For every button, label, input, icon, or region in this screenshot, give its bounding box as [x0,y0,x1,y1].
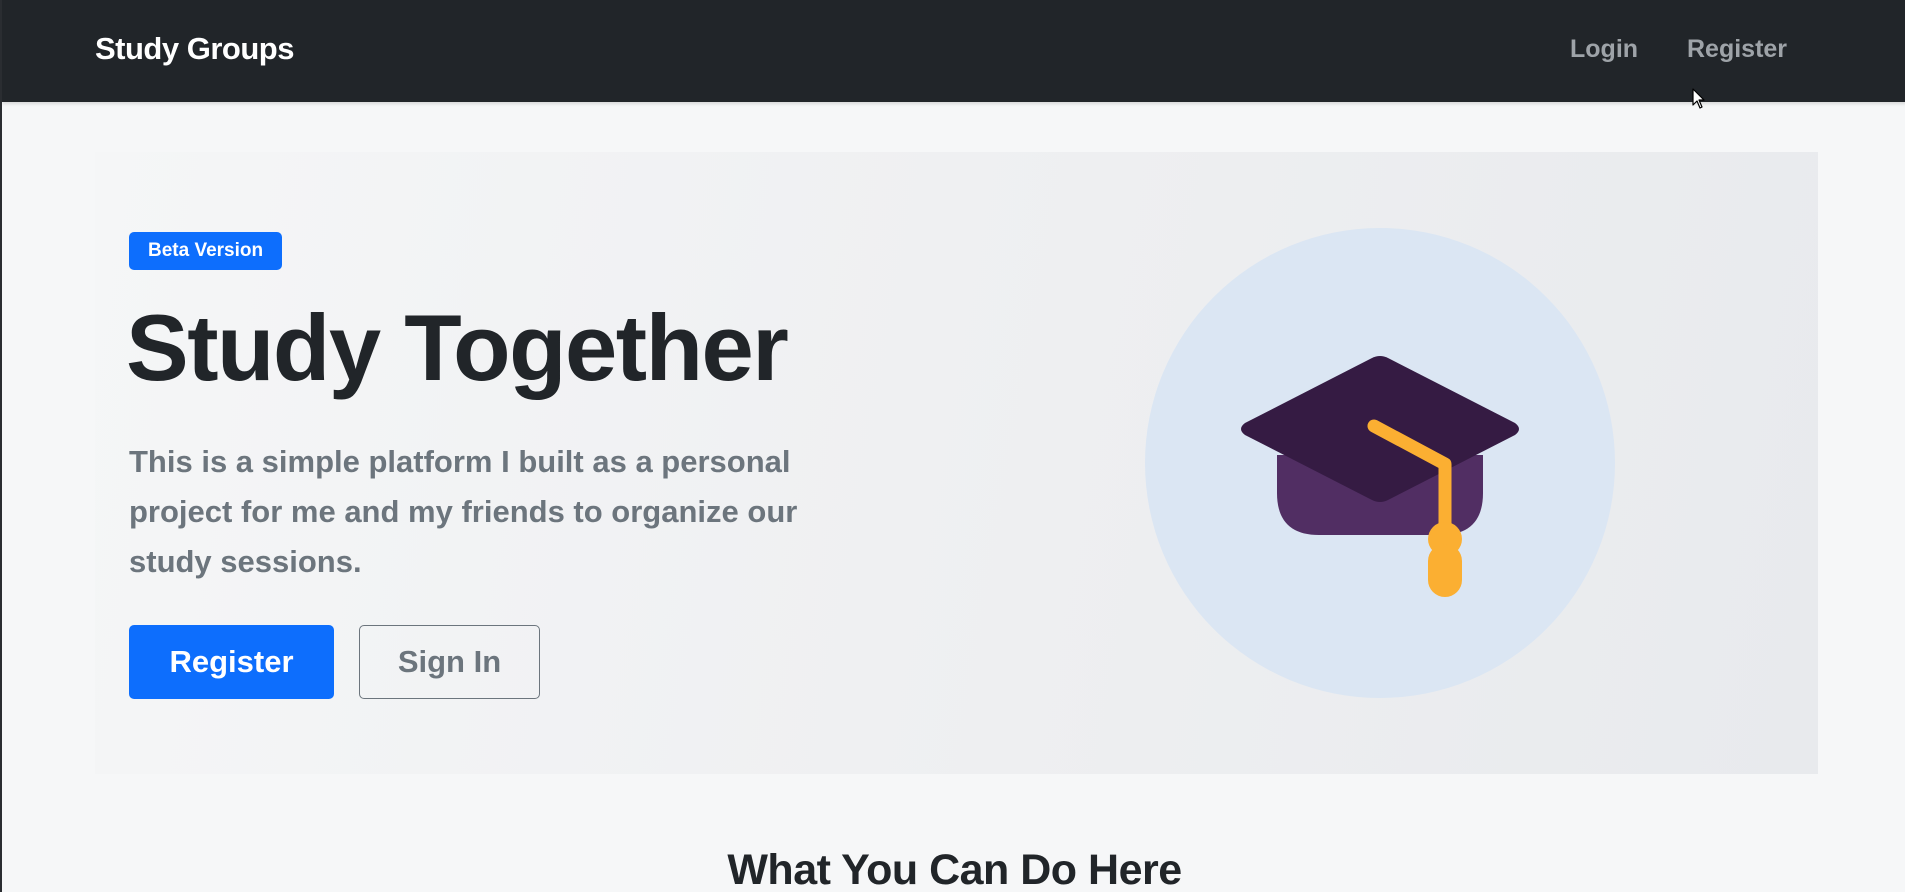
sign-in-button[interactable]: Sign In [359,625,540,699]
nav-login-link[interactable]: Login [1570,35,1638,64]
nav-register-link[interactable]: Register [1687,35,1787,64]
register-button[interactable]: Register [129,625,334,699]
mouse-cursor-icon [1692,88,1705,109]
features-section-title: What You Can Do Here [727,846,1182,892]
graduation-cap-icon [1145,228,1615,698]
beta-badge: Beta Version [129,232,283,270]
hero-description: This is a simple platform I built as a p… [129,444,798,579]
hero-title: Study Together [126,295,789,400]
brand-logo-link[interactable]: Study Groups [95,31,294,67]
page: Study Groups Login Register Beta Version… [0,0,1905,892]
top-navbar: Study Groups Login Register [2,0,1905,102]
tassel-end [1428,544,1462,597]
